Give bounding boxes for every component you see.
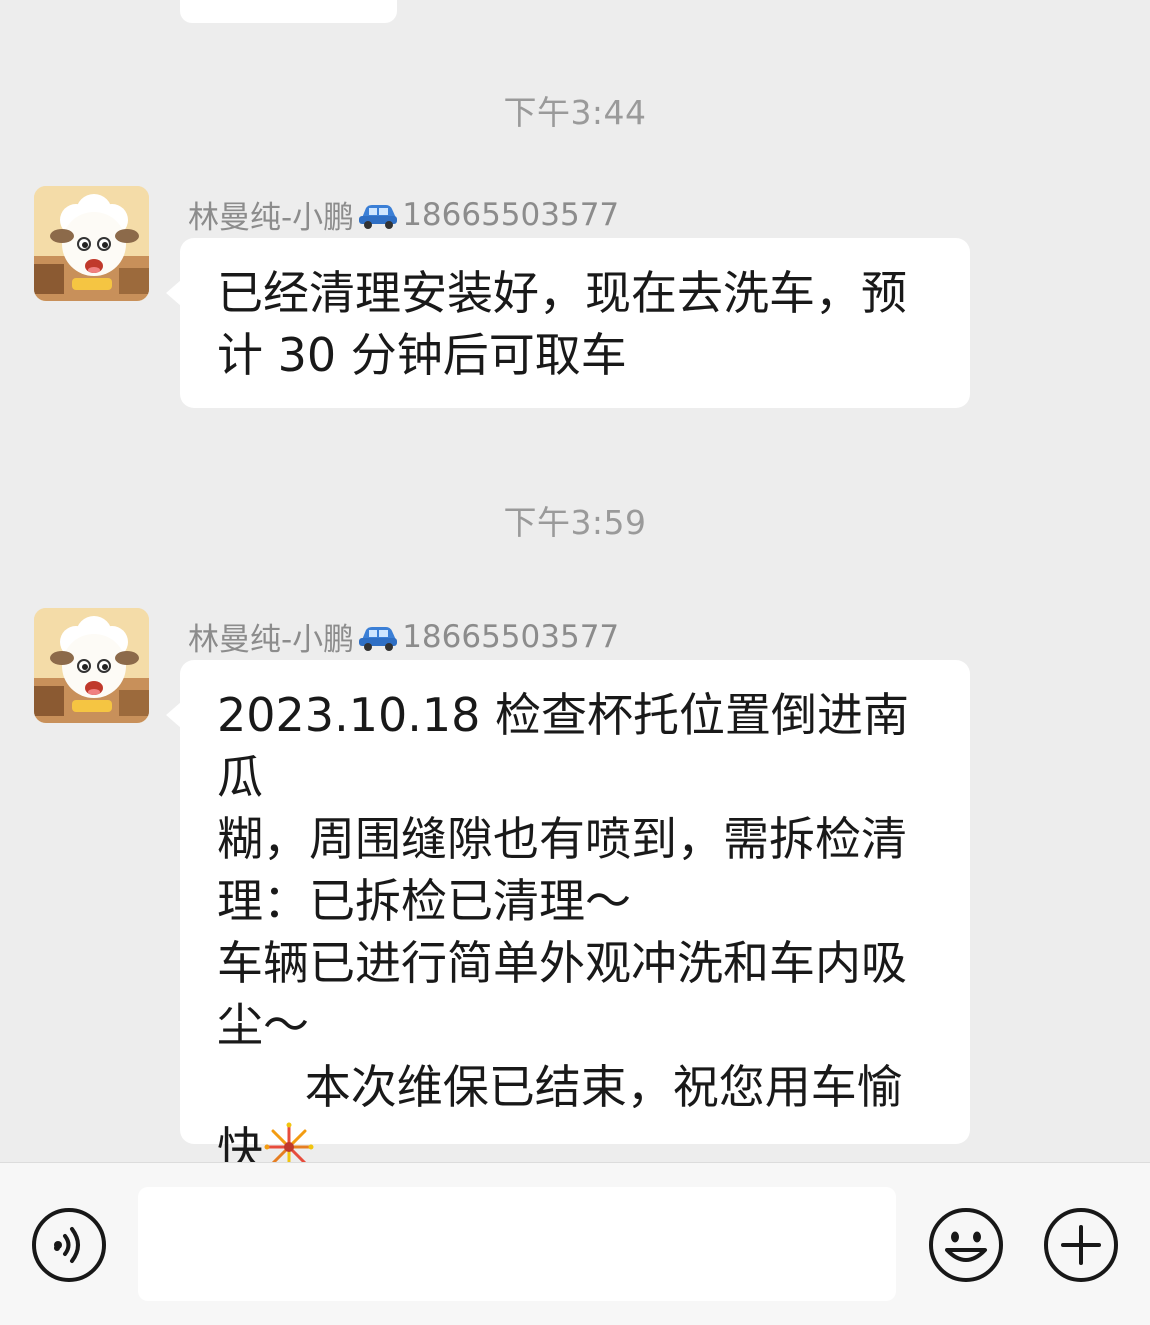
sender-label: 林曼纯-小鹏 18665503577 <box>188 192 619 237</box>
emoji-button[interactable] <box>927 1206 1005 1284</box>
message-text: 已经清理安装好，现在去洗车，预 计 30 分钟后可取车 <box>217 266 907 382</box>
sender-phone: 18665503577 <box>402 618 620 655</box>
sender-name: 林曼纯-小鹏 <box>188 622 355 658</box>
message-input[interactable] <box>138 1187 896 1301</box>
message-bubble[interactable]: 2023.10.18 检查杯托位置倒进南瓜 糊，周围缝隙也有喷到，需拆检清 理：… <box>166 660 970 1162</box>
emoji-icon <box>929 1208 1003 1282</box>
car-icon <box>359 626 398 651</box>
sender-phone: 18665503577 <box>402 196 620 233</box>
message-timestamp: 下午3:59 <box>503 503 647 542</box>
message-bubble[interactable]: 已经清理安装好，现在去洗车，预 计 30 分钟后可取车 <box>166 238 970 408</box>
car-icon <box>359 204 398 229</box>
chat-area[interactable]: 下午3:44 林曼纯-小鹏 18665503577 已经清理安装好，现在去洗车，… <box>0 0 1150 1162</box>
more-button[interactable] <box>1042 1206 1120 1284</box>
input-bar <box>0 1162 1150 1325</box>
plus-icon <box>1044 1208 1118 1282</box>
bubble-tail <box>166 702 181 728</box>
message-text: 2023.10.18 检查杯托位置倒进南瓜 糊，周围缝隙也有喷到，需拆检清 理：… <box>217 688 909 1162</box>
sender-label: 林曼纯-小鹏 18665503577 <box>188 614 619 659</box>
avatar[interactable] <box>34 608 149 723</box>
bubble-tail <box>166 280 181 306</box>
message-timestamp: 下午3:44 <box>503 93 647 132</box>
voice-button[interactable] <box>30 1206 108 1284</box>
sheep-avatar-image <box>34 186 149 301</box>
voice-icon <box>32 1208 106 1282</box>
sheep-avatar-image <box>34 608 149 723</box>
fireworks-icon <box>264 1122 314 1162</box>
previous-message-bubble[interactable] <box>180 0 397 23</box>
avatar[interactable] <box>34 186 149 301</box>
sender-name: 林曼纯-小鹏 <box>188 200 355 236</box>
